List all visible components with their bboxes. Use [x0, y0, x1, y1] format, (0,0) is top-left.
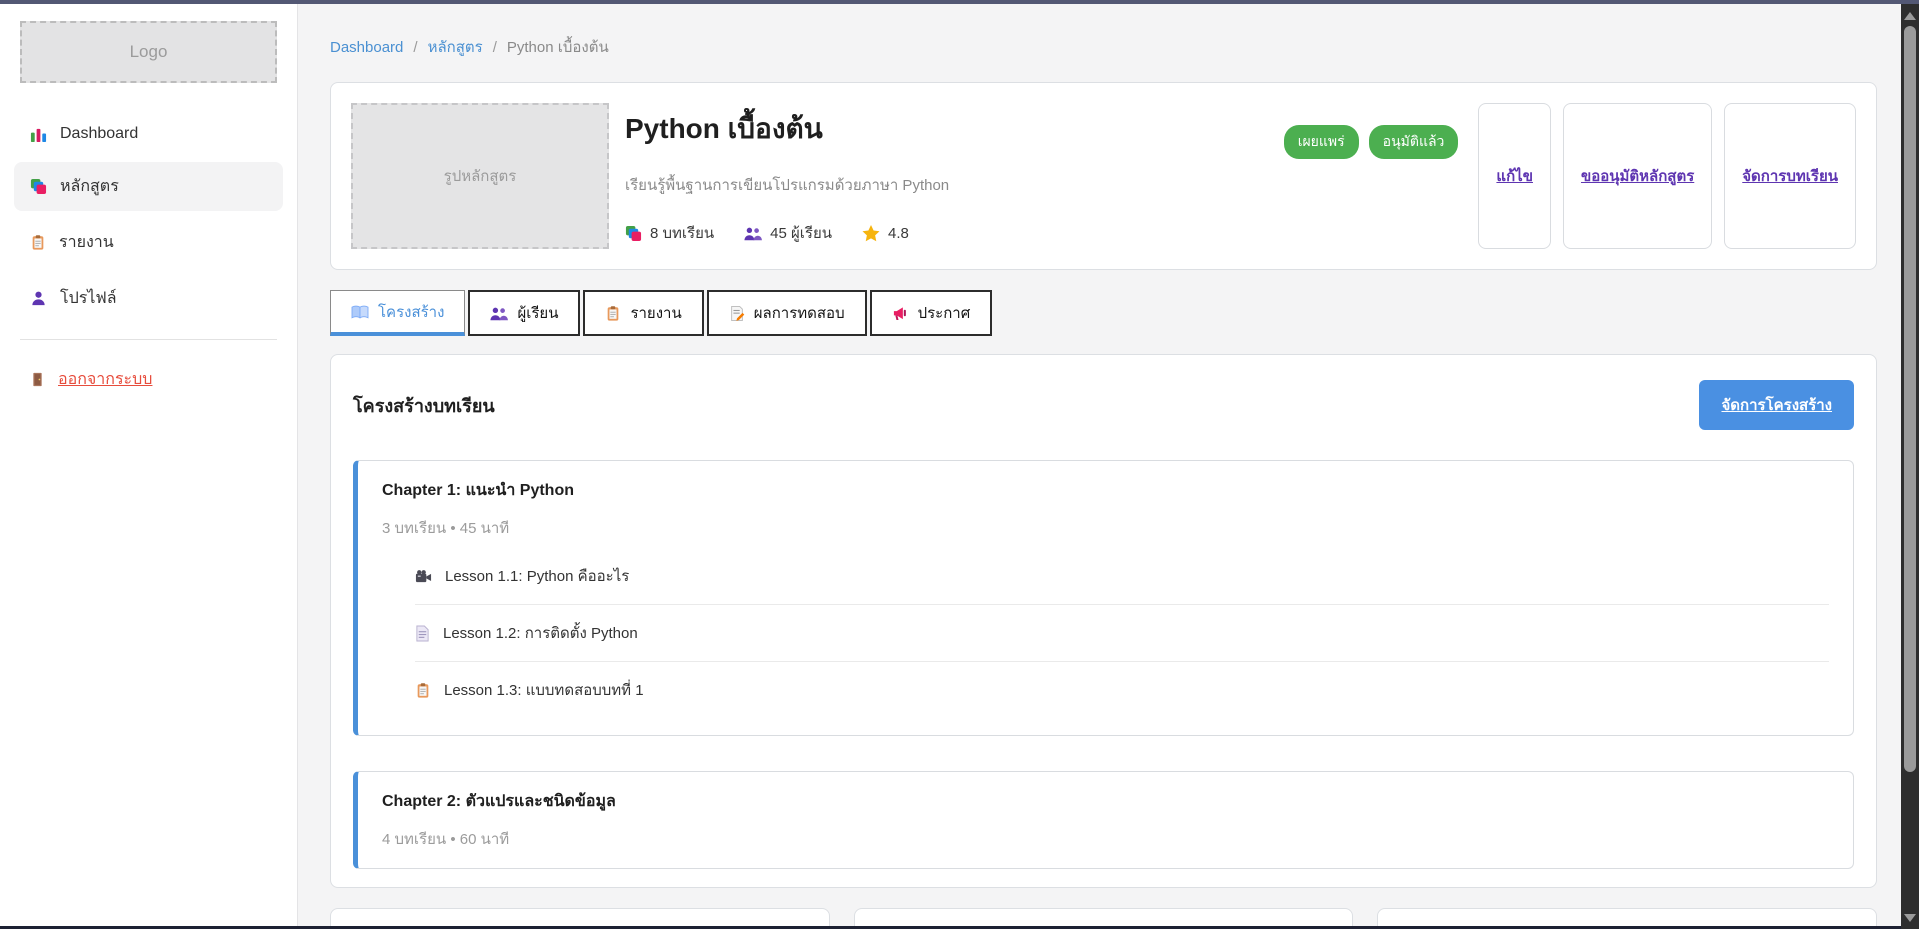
action-link[interactable]: แก้ไข — [1496, 164, 1533, 188]
stacked-books-icon — [30, 178, 47, 195]
sidebar: Logo Dashboard หลักสูตร รายงาน โปรไฟล์ อ… — [0, 4, 298, 929]
chapter-meta: 4 บทเรียน • 60 นาที — [382, 827, 1829, 851]
course-stats: 8 บทเรียน 45 ผู้เรียน 4.8 — [625, 221, 1284, 245]
tab-label: ผู้เรียน — [517, 301, 558, 325]
course-title: Python เบื้องต้น — [625, 107, 1284, 151]
lesson-title: Lesson 1.1: Python คืออะไร — [445, 564, 629, 588]
stat-label: 8 บทเรียน — [650, 221, 714, 245]
clipboard-icon — [415, 682, 431, 699]
chapter-title: Chapter 1: แนะนำ Python — [382, 478, 1829, 503]
chapter-list: Chapter 1: แนะนำ Python 3 บทเรียน • 45 น… — [353, 460, 1854, 869]
edit-course-button[interactable]: แก้ไข — [1478, 103, 1551, 249]
stat-label: 45 ผู้เรียน — [770, 221, 832, 245]
chapter-title: Chapter 2: ตัวแปรและชนิดข้อมูล — [382, 789, 1829, 814]
course-stat: 45 ผู้เรียน — [744, 221, 832, 245]
door-icon — [30, 371, 45, 388]
people-icon — [744, 226, 762, 241]
lesson-title: Lesson 1.3: แบบทดสอบบทที่ 1 — [444, 678, 644, 702]
request-approval-button[interactable]: ขออนุมัติหลักสูตร — [1563, 103, 1712, 249]
tab-label: รายงาน — [630, 301, 681, 325]
people-icon — [490, 306, 508, 321]
course-stat: 4.8 — [862, 225, 909, 242]
star-icon — [862, 225, 880, 242]
course-info: Python เบื้องต้น เรียนรู้พื้นฐานการเขียน… — [609, 103, 1284, 249]
structure-panel-header: โครงสร้างบทเรียน จัดการโครงสร้าง — [353, 380, 1854, 430]
scroll-down-arrow-icon[interactable] — [1904, 914, 1916, 922]
sidebar-item-profile[interactable]: โปรไฟล์ — [14, 274, 283, 323]
megaphone-icon — [892, 305, 909, 321]
manage-structure-button[interactable]: จัดการโครงสร้าง — [1699, 380, 1854, 430]
structure-heading: โครงสร้างบทเรียน — [353, 391, 495, 420]
manage-lessons-button[interactable]: จัดการบทเรียน — [1724, 103, 1856, 249]
person-icon — [30, 290, 47, 307]
sidebar-item-label: Dashboard — [60, 125, 138, 143]
action-link[interactable]: จัดการบทเรียน — [1742, 164, 1838, 188]
breadcrumb-link[interactable]: หลักสูตร — [428, 35, 483, 59]
lesson-list: Lesson 1.1: Python คืออะไร Lesson 1.2: ก… — [382, 548, 1829, 718]
logo-placeholder: Logo — [20, 21, 277, 83]
breadcrumb-link[interactable]: Dashboard — [330, 39, 403, 56]
chapter-card: Chapter 1: แนะนำ Python 3 บทเรียน • 45 น… — [353, 460, 1854, 736]
course-tabs: โครงสร้าง ผู้เรียน รายงาน ผลการทดสอบ ประ… — [330, 290, 1877, 336]
scroll-up-arrow-icon[interactable] — [1904, 12, 1916, 20]
tab-announcements[interactable]: ประกาศ — [870, 290, 993, 336]
clipboard-icon — [30, 234, 46, 251]
sidebar-item-label: รายงาน — [59, 230, 114, 255]
tab-label: ประกาศ — [918, 301, 971, 325]
lesson-row[interactable]: Lesson 1.2: การติดตั้ง Python — [415, 604, 1829, 661]
chapter-meta: 3 บทเรียน • 45 นาที — [382, 516, 1829, 540]
memo-pencil-icon — [729, 305, 745, 322]
sidebar-nav: Dashboard หลักสูตร รายงาน โปรไฟล์ — [14, 113, 283, 323]
bar-chart-icon — [30, 126, 47, 143]
lesson-row[interactable]: Lesson 1.3: แบบทดสอบบทที่ 1 — [415, 661, 1829, 718]
tab-label: โครงสร้าง — [378, 300, 444, 324]
tab-structure[interactable]: โครงสร้าง — [330, 290, 465, 336]
breadcrumb-separator: / — [493, 39, 497, 56]
tab-label: ผลการทดสอบ — [754, 301, 845, 325]
sidebar-item-dashboard[interactable]: Dashboard — [14, 113, 283, 155]
course-actions: แก้ไข ขออนุมัติหลักสูตร จัดการบทเรียน — [1478, 103, 1856, 249]
sidebar-item-courses[interactable]: หลักสูตร — [14, 162, 283, 211]
video-camera-icon — [415, 569, 432, 584]
status-badge: เผยแพร่ — [1284, 125, 1359, 159]
main-content: Dashboard / หลักสูตร / Python เบื้องต้น รูปห… — [298, 4, 1877, 929]
top-accent-bar — [0, 0, 1919, 4]
course-description: เรียนรู้พื้นฐานการเขียนโปรแกรมด้วยภาษา P… — [625, 173, 1284, 197]
stacked-books-icon — [625, 225, 642, 242]
action-link[interactable]: ขออนุมัติหลักสูตร — [1581, 164, 1694, 188]
stat-label: 4.8 — [888, 225, 909, 242]
scrollbar-thumb[interactable] — [1904, 26, 1916, 772]
sidebar-item-label: โปรไฟล์ — [60, 286, 117, 311]
document-page-icon — [415, 625, 430, 642]
chapter-card: Chapter 2: ตัวแปรและชนิดข้อมูล 4 บทเรียน… — [353, 771, 1854, 869]
structure-panel: โครงสร้างบทเรียน จัดการโครงสร้าง Chapter… — [330, 354, 1877, 888]
clipboard-icon — [605, 305, 621, 322]
sidebar-divider — [20, 339, 277, 340]
lesson-row[interactable]: Lesson 1.1: Python คืออะไร — [415, 548, 1829, 604]
tab-reports[interactable]: รายงาน — [583, 290, 703, 336]
breadcrumb-separator: / — [413, 39, 417, 56]
breadcrumb-current: Python เบื้องต้น — [507, 35, 609, 59]
lesson-title: Lesson 1.2: การติดตั้ง Python — [443, 621, 638, 645]
course-badges: เผยแพร่ อนุมัติแล้ว — [1284, 103, 1479, 249]
course-image-placeholder: รูปหลักสูตร — [351, 103, 609, 249]
tab-students[interactable]: ผู้เรียน — [468, 290, 580, 336]
logout-label: ออกจากระบบ — [58, 367, 152, 392]
course-stat: 8 บทเรียน — [625, 221, 714, 245]
vertical-scrollbar[interactable] — [1901, 4, 1919, 929]
course-header-card: รูปหลักสูตร Python เบื้องต้น เรียนรู้พื้… — [330, 82, 1877, 270]
sidebar-item-reports[interactable]: รายงาน — [14, 218, 283, 267]
sidebar-item-logout[interactable]: ออกจากระบบ — [30, 367, 152, 392]
status-badge: อนุมัติแล้ว — [1369, 125, 1459, 159]
sidebar-item-label: หลักสูตร — [60, 174, 119, 199]
breadcrumb: Dashboard / หลักสูตร / Python เบื้องต้น — [330, 35, 1877, 59]
tab-test-results[interactable]: ผลการทดสอบ — [707, 290, 867, 336]
open-book-icon — [351, 304, 369, 320]
